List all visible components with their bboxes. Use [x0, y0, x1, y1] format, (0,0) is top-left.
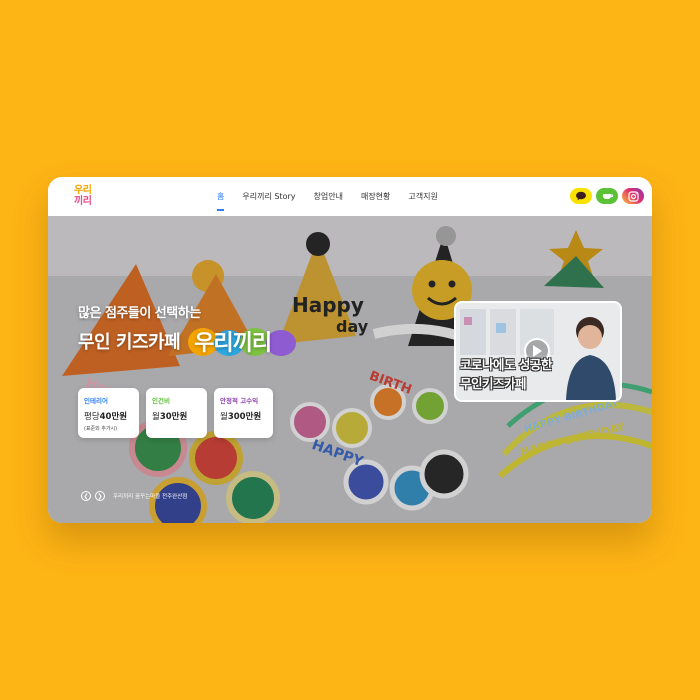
menu-item-stores[interactable]: 매장현황: [352, 177, 399, 216]
hero-tagline: 많은 점주들이 선택하는: [78, 306, 201, 321]
slide-controls: ❮ ❯ 우리끼리 꿈꾸는마을 전주완산점: [81, 491, 187, 501]
logo-line1: 우리: [74, 185, 92, 196]
naver-blog-icon[interactable]: [596, 188, 618, 204]
brand-logo-text: 우리끼리: [188, 326, 297, 356]
benefit-cards: 인테리어 평당40만원 (표준외 추가시) 인건비 월30만원 안정적 고수익 …: [78, 388, 273, 438]
slide-caption: 우리끼리 꿈꾸는마을 전주완산점: [113, 494, 188, 500]
benefit-card-revenue: 안정적 고수익 월300만원: [214, 388, 273, 438]
hero-headline: 무인 키즈카페 우리끼리: [78, 326, 297, 356]
card-value: 평당40만원: [84, 412, 128, 422]
hero-banner: Happy day HAPPY BIRTH HAPPY BIRTHDAY HAP…: [48, 216, 652, 523]
logo-line2: 끼리: [74, 196, 92, 207]
menu-item-startup-guide[interactable]: 창업안내: [305, 177, 352, 216]
browser-frame: 우리 끼리 홈 우리끼리 Story 창업안내 매장현황 고객지원 Happy …: [48, 177, 652, 523]
menu-item-support[interactable]: 고객지원: [399, 177, 446, 216]
card-label: 안정적 고수익: [220, 397, 259, 405]
instagram-icon[interactable]: [622, 188, 644, 204]
logo[interactable]: 우리 끼리: [74, 185, 102, 211]
card-label: 인테리어: [84, 397, 108, 405]
kakao-talk-icon[interactable]: [570, 188, 592, 204]
benefit-card-interior: 인테리어 평당40만원 (표준외 추가시): [78, 388, 139, 438]
card-value: 월300만원: [220, 412, 262, 422]
benefit-card-labor: 인건비 월30만원: [146, 388, 207, 438]
video-title-line1: 코로나에도 성공한: [460, 357, 552, 372]
main-menu: 홈 우리끼리 Story 창업안내 매장현황 고객지원: [208, 177, 447, 216]
menu-item-home[interactable]: 홈: [208, 177, 233, 216]
video-title-line2: 무인키즈카페: [460, 376, 527, 391]
card-label: 인건비: [152, 397, 170, 405]
prev-slide-button[interactable]: ❮: [81, 491, 91, 501]
card-value: 월30만원: [152, 412, 188, 422]
next-slide-button[interactable]: ❯: [95, 491, 105, 501]
top-navigation: 우리 끼리 홈 우리끼리 Story 창업안내 매장현황 고객지원: [48, 177, 652, 216]
card-note: (표준외 추가시): [84, 426, 118, 432]
headline-text: 무인 키즈카페: [78, 332, 181, 353]
promo-video-card[interactable]: 코로나에도 성공한 무인키즈카페: [454, 301, 622, 402]
social-links: [570, 188, 644, 204]
menu-item-story[interactable]: 우리끼리 Story: [233, 177, 304, 216]
brand-name: 우리끼리: [194, 331, 272, 356]
